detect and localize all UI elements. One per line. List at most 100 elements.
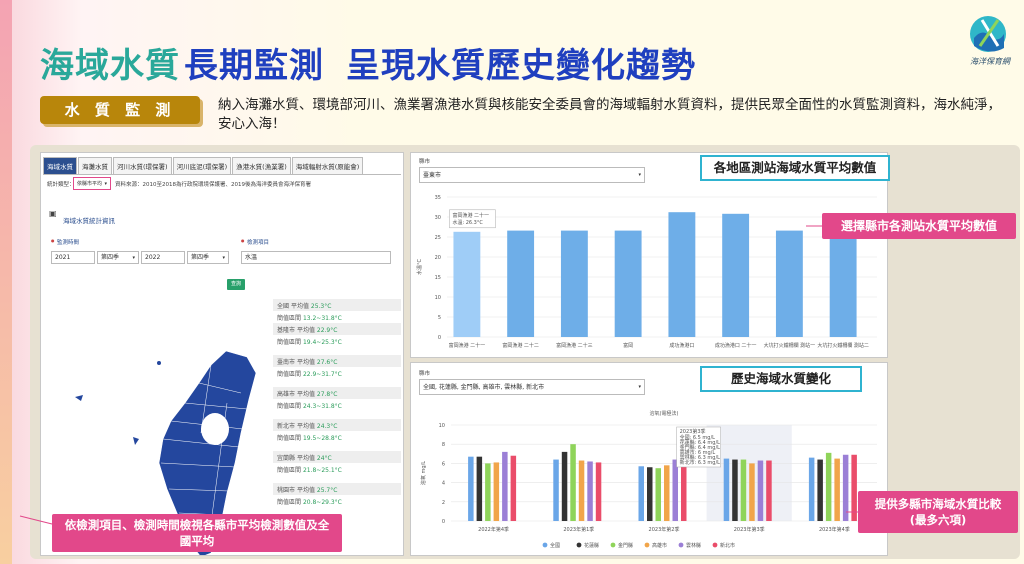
tab-radiation[interactable]: 海域輻射水質(原能會) <box>291 157 364 174</box>
chevron-down-icon: ▾ <box>638 172 641 178</box>
tab-beach-water[interactable]: 海灘水質 <box>78 157 112 174</box>
bar-6 <box>775 230 803 337</box>
y-tick-label: 5 <box>438 315 441 321</box>
bar-雲林縣 <box>842 454 849 521</box>
time-label: 監測時間 <box>57 240 80 246</box>
y-tick-label: 2 <box>442 500 445 506</box>
x-tick-label: 成功漁港口 二十一 <box>715 342 757 349</box>
stat-taoyuan-range: 簡值區間 20.8~29.3°C <box>277 499 342 506</box>
bar-花蓮縣 <box>817 459 823 521</box>
source-text: 資料來源：2010至2018為行政院環境保護署、2019後為海洋委員會海洋保育署 <box>115 182 311 188</box>
section-badge: 水 質 監 測 <box>40 96 200 124</box>
y-tick-label: 8 <box>442 442 445 448</box>
title-part-3: 呈現水質歷史變化趨勢 <box>346 46 696 86</box>
year-from-select[interactable]: 2021 <box>51 251 95 264</box>
bar-全國 <box>723 458 730 521</box>
stats-group-yilan: 宜蘭縣 平均值 24°C 簡值區間 21.8~25.1°C <box>273 451 401 475</box>
bottom-county-select[interactable]: 全國, 花蓮縣, 金門縣, 高雄市, 雲林縣, 新北市 ▾ <box>419 379 645 395</box>
bar-全國 <box>638 466 644 521</box>
x-tick-label: 大坑打火鐵柵欄 測站二 <box>817 342 869 349</box>
title-part-1: 海域水質 <box>40 46 180 86</box>
bar-雲林縣 <box>672 459 678 521</box>
ocean-conservation-logo: 海洋保育網 <box>960 12 1020 70</box>
info-title: 海域水質統計資訊 <box>63 217 115 225</box>
chevron-down-icon: ▾ <box>222 255 225 261</box>
top-county-value: 臺東市 <box>423 172 442 179</box>
quarter-from-select[interactable]: 第四季 ▾ <box>97 251 139 264</box>
tooltip-line-1: 富岡漁港 二十一 <box>452 212 489 219</box>
stat-kaohsiung-range: 簡值區間 24.3~31.8°C <box>277 403 342 410</box>
stats-group-kaohsiung: 高雄市 平均值 27.8°C 簡值區間 24.3~31.8°C <box>273 387 401 411</box>
stats-group-taoyuan: 桃園市 平均值 25.7°C 簡值區間 20.8~29.3°C <box>273 483 401 507</box>
legend-label: 花蓮縣 <box>584 542 599 549</box>
stat-new-taipei-range: 簡值區間 19.5~28.8°C <box>277 435 342 442</box>
y-tick-label: 0 <box>438 335 441 341</box>
stats-group-national: 全國 平均值 25.3°C 簡值區間 13.2~31.8°C <box>273 299 401 323</box>
year-to-value: 2022 <box>145 254 161 261</box>
year-to-select[interactable]: 2022 <box>141 251 185 264</box>
x-tick-label: 富岡漁港 二十三 <box>556 342 593 349</box>
bar-金門縣 <box>825 452 832 521</box>
y-tick-label: 25 <box>435 235 441 241</box>
section-description: 納入海灘水質、環境部河川、漁業署漁港水質與核能安全委員會的海域輻射水質資料，提供… <box>218 97 1001 132</box>
legend-marker <box>576 542 582 548</box>
callout-history: 歷史海域水質變化 <box>700 366 862 392</box>
query-button[interactable]: 查詢 <box>227 279 245 290</box>
legend-marker <box>644 542 650 548</box>
bar-3 <box>614 230 642 337</box>
top-county-select[interactable]: 臺東市 ▾ <box>419 167 645 183</box>
x-tick-label: 成功漁港口 <box>669 342 694 349</box>
tab-sea-water[interactable]: 海域水質 <box>43 157 77 174</box>
chart-title: 溶氧(電極法) <box>650 410 679 417</box>
x-tick-label: 富岡 <box>623 342 633 349</box>
y-tick-label: 10 <box>435 295 441 301</box>
x-tick-label: 2023年第4季 <box>819 526 850 533</box>
bar-新北市 <box>851 454 857 521</box>
y-tick-label: 20 <box>435 255 441 261</box>
bar-花蓮縣 <box>476 456 483 521</box>
tab-river-sediment[interactable]: 河川底泥(環保署) <box>172 157 232 174</box>
y-tick-label: 35 <box>435 195 441 201</box>
page-title: 海域水質 長期監測 呈現水質歷史變化趨勢 <box>40 38 696 87</box>
tab-fishing-port[interactable]: 漁港水質(漁業署) <box>232 157 291 174</box>
stats-group-keelung: 基隆市 平均值 22.9°C 簡值區間 19.4~25.3°C <box>273 323 401 347</box>
stat-keelung-range: 簡值區間 19.4~25.3°C <box>277 339 342 346</box>
left-screenshot: 海域水質 海灘水質 河川水質(環保署) 河川底泥(環保署) 漁港水質(漁業署) … <box>40 152 404 556</box>
stats-group-new-taipei: 新北市 平均值 24.3°C 簡值區間 19.5~28.8°C <box>273 419 401 443</box>
item-select[interactable]: 水溫 <box>241 251 391 264</box>
legend-marker <box>712 542 718 548</box>
item-label: 檢測項目 <box>247 240 270 246</box>
y-tick-label: 10 <box>439 423 445 429</box>
x-tick-label: 大坑打火鐵柵欄 測站一 <box>764 342 816 349</box>
tab-bar: 海域水質 海灘水質 河川水質(環保署) 河川底泥(環保署) 漁港水質(漁業署) … <box>43 157 401 175</box>
y-tick-label: 30 <box>435 215 441 221</box>
county-stats-list: 全國 平均值 25.3°C 簡值區間 13.2~31.8°C 基隆市 平均值 2… <box>273 299 401 507</box>
legend-label: 全國 <box>550 542 560 549</box>
quarter-to-select[interactable]: 第四季 ▾ <box>187 251 229 264</box>
bar-雲林縣 <box>502 451 508 521</box>
info-icon: ▣ <box>49 209 57 218</box>
station-chart-screenshot: 縣市 臺東市 ▾ 0 5 10 15 20 25 30 35 水溫°C 富岡漁港 二十一 富岡漁港 二… <box>410 152 888 358</box>
legend-label: 金門縣 <box>618 542 633 549</box>
bar-花蓮縣 <box>561 451 568 521</box>
title-part-2: 長期監測 <box>184 46 324 86</box>
x-tick-label: 2022年第4季 <box>478 526 509 533</box>
x-tick-label: 2023年第3季 <box>734 526 765 533</box>
item-dot-icon: ● <box>241 238 245 243</box>
bar-1 <box>507 230 535 337</box>
top-county-label: 縣市 <box>419 159 431 165</box>
bar-雲林縣 <box>587 461 593 521</box>
bar-7 <box>829 230 857 337</box>
logo-text: 海洋保育網 <box>970 57 1012 66</box>
tab-river-water[interactable]: 河川水質(環保署) <box>113 157 172 174</box>
station-bar-chart: 05101520253035水溫°C富岡漁港 二十一 富岡漁港 二十二 富岡漁港 二… <box>416 195 877 349</box>
callout-compare: 提供多縣市海域水質比較 (最多六項) <box>858 491 1018 533</box>
y-tick-label: 15 <box>435 275 441 281</box>
bar-全國 <box>468 456 474 521</box>
bar-高雄市 <box>664 465 670 521</box>
bar-高雄市 <box>493 462 500 521</box>
stats-type-select[interactable]: 依縣市平均 ▾ <box>73 177 111 190</box>
bottom-county-label: 縣市 <box>419 371 431 377</box>
bar-新北市 <box>681 464 687 521</box>
bar-4 <box>668 212 696 337</box>
